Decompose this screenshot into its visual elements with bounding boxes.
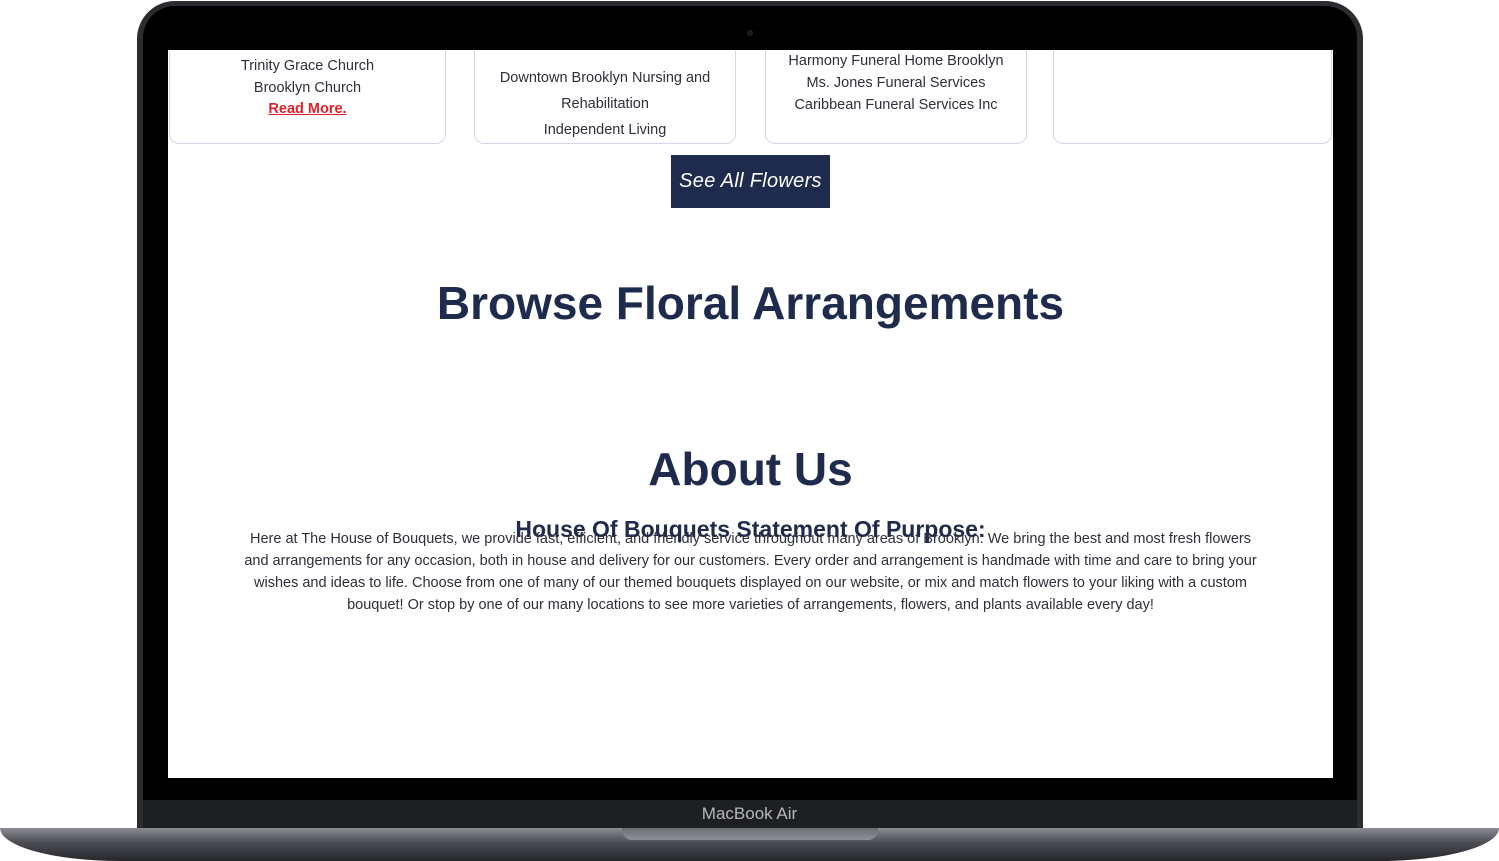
about-body-text: Here at The House of Bouquets, we provid…: [244, 531, 1257, 613]
laptop-notch: [622, 828, 878, 840]
read-more-link[interactable]: Read More.: [268, 101, 346, 117]
card-line: Caribbean Funeral Services Inc: [794, 97, 998, 113]
card-line: Independent Living: [543, 122, 667, 138]
location-card-empty: [1053, 50, 1332, 144]
card-line: Downtown Brooklyn Nursing and: [499, 70, 711, 86]
card-line: Rehabilitation: [561, 96, 649, 112]
location-card-funeral: Harmony Funeral Home Brooklyn Ms. Jones …: [765, 50, 1027, 144]
camera-icon: [747, 30, 753, 36]
browser-viewport: Trinity Grace Church Brooklyn Church Rea…: [168, 50, 1333, 778]
card-line: Ms. Jones Funeral Services: [806, 75, 986, 91]
card-line: Harmony Funeral Home Brooklyn: [788, 53, 1004, 69]
about-heading: About Us: [648, 443, 853, 495]
location-card-churches: Trinity Grace Church Brooklyn Church Rea…: [169, 50, 446, 144]
see-all-flowers-button[interactable]: See All Flowers: [671, 155, 830, 208]
card-line: Trinity Grace Church: [240, 58, 375, 74]
card-line: Brooklyn Church: [253, 80, 362, 96]
browse-heading: Browse Floral Arrangements: [436, 277, 1065, 329]
location-card-nursing: Downtown Brooklyn Nursing and Rehabilita…: [474, 50, 736, 144]
device-label: MacBook Air: [701, 804, 798, 823]
card-link-line: Read More.: [170, 101, 445, 117]
